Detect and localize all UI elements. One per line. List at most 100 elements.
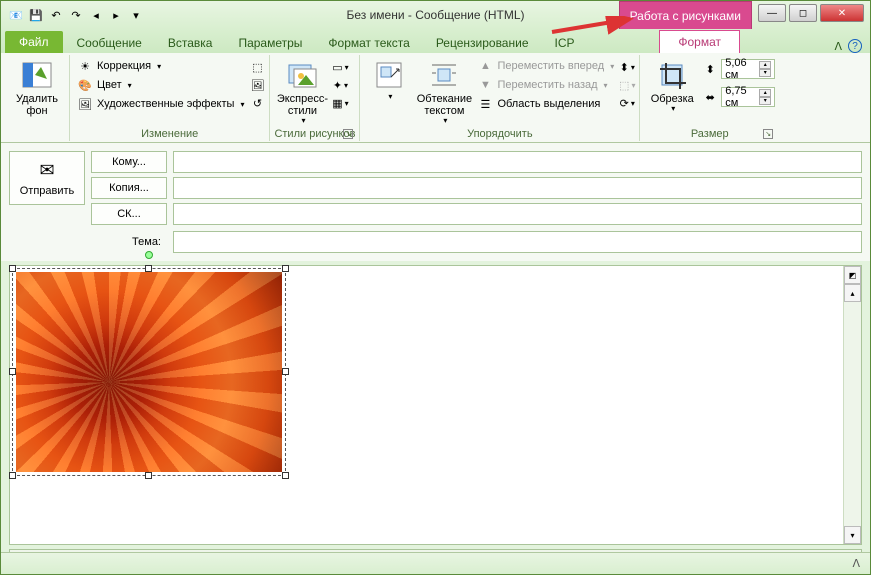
handle-bl[interactable] [9,472,16,479]
scroll-down-icon[interactable]: ▾ [844,526,861,544]
tab-review[interactable]: Рецензирование [424,32,541,53]
vertical-scrollbar[interactable]: ◩ ▴ ▾ [843,266,861,544]
width-input[interactable]: 6,75 см▴▾ [721,87,775,107]
position-button[interactable]: ▾ [364,57,414,104]
redo-icon[interactable]: ↷ [67,6,85,24]
tab-format[interactable]: Формат [659,30,740,53]
width-up[interactable]: ▴ [759,89,771,97]
message-body: ◩ ▴ ▾ [9,265,862,545]
picture-effects-icon[interactable]: ✦▾ [332,77,348,93]
bring-forward-button[interactable]: ▲Переместить вперед▾ [474,57,617,75]
tab-icp[interactable]: ICP [543,32,587,53]
group-icon[interactable]: ⬚▾ [619,77,635,93]
save-icon[interactable]: 💾 [27,6,45,24]
cc-button[interactable]: Копия... [91,177,167,199]
selection-border [12,268,286,476]
body-canvas[interactable] [10,266,843,544]
status-bar: ᐱ [1,552,870,574]
handle-tr[interactable] [282,265,289,272]
picture-layout-icon[interactable]: ▦▾ [332,95,348,111]
minimize-button[interactable]: — [758,4,786,22]
compress-icon[interactable]: ⬚ [249,59,265,75]
to-input[interactable] [173,151,862,173]
app-icon[interactable]: 📧 [7,6,25,24]
bring-forward-icon: ▲ [477,58,493,74]
handle-t[interactable] [145,265,152,272]
expand-icon[interactable]: ᐱ [852,557,860,570]
collapse-ribbon-icon[interactable]: ᐱ [834,40,842,53]
maximize-button[interactable]: ◻ [789,4,817,22]
scroll-up-icon[interactable]: ▴ [844,284,861,302]
selection-pane-button[interactable]: ☰Область выделения [474,95,617,113]
scroll-track[interactable] [844,302,861,526]
subject-label: Тема: [9,236,167,248]
tab-file[interactable]: Файл [5,31,63,53]
close-button[interactable]: ✕ [820,4,864,22]
ribbon-help: ᐱ ? [834,39,862,53]
qat-dropdown-icon[interactable]: ▾ [127,6,145,24]
tab-options[interactable]: Параметры [226,32,314,53]
scroll-misc-icon[interactable]: ◩ [844,266,861,284]
width-down[interactable]: ▾ [759,97,771,105]
styles-dialog-launcher[interactable]: ↘ [343,129,353,139]
crop-button[interactable]: Обрезка▾ [644,57,700,116]
color-icon: 🎨 [77,77,93,93]
bcc-button[interactable]: СК... [91,203,167,225]
handle-r[interactable] [282,368,289,375]
position-icon [373,59,405,91]
tab-text-format[interactable]: Формат текста [316,32,421,53]
width-icon: ⬌ [702,89,718,105]
ribbon-tabs: Файл Сообщение Вставка Параметры Формат … [1,29,870,53]
rotate-icon[interactable]: ⟳▾ [619,95,635,111]
rotate-handle[interactable] [145,251,153,259]
reset-picture-icon[interactable]: ↺ [249,95,265,111]
quick-access-toolbar: 📧 💾 ↶ ↷ ◂ ▸ ▾ [1,6,145,24]
brightness-icon: ☀ [77,58,93,74]
handle-br[interactable] [282,472,289,479]
group-styles-label: Стили рисунков↘ [274,128,355,141]
tab-insert[interactable]: Вставка [156,32,225,53]
group-size-label: Размер↘ [644,128,775,141]
effects-icon: 🖼 [77,96,93,112]
picture-border-icon[interactable]: ▭▾ [332,59,348,75]
remove-bg-icon [21,59,53,91]
bcc-input[interactable] [173,203,862,225]
size-dialog-launcher[interactable]: ↘ [763,129,773,139]
contextual-tab-title: Работа с рисунками [619,1,752,29]
tab-message[interactable]: Сообщение [65,32,154,53]
send-backward-button[interactable]: ▼Переместить назад▾ [474,76,617,94]
prev-icon[interactable]: ◂ [87,6,105,24]
height-up[interactable]: ▴ [759,61,771,69]
cc-input[interactable] [173,177,862,199]
envelope-icon: ✉ [39,160,54,181]
subject-input[interactable] [173,231,862,253]
handle-tl[interactable] [9,265,16,272]
group-arrange-label: Упорядочить [364,128,635,141]
wrap-text-button[interactable]: Обтекание текстом▾ [416,57,472,128]
height-input[interactable]: 5,06 см▴▾ [721,59,775,79]
ribbon: Удалить фон ☀Коррекция▾ 🎨Цвет▾ 🖼Художест… [1,53,870,143]
styles-icon [286,59,318,91]
group-adjust-label: Изменение [74,128,265,141]
selected-image[interactable] [16,272,282,472]
color-button[interactable]: 🎨Цвет▾ [74,76,247,94]
handle-l[interactable] [9,368,16,375]
remove-background-button[interactable]: Удалить фон [9,57,65,119]
next-icon[interactable]: ▸ [107,6,125,24]
corrections-button[interactable]: ☀Коррекция▾ [74,57,247,75]
selection-icon: ☰ [477,96,493,112]
wrap-icon [428,59,460,91]
align-icon[interactable]: ⬍▾ [619,59,635,75]
send-button[interactable]: ✉ Отправить [9,151,85,205]
compose-area: ✉ Отправить Кому... Копия... СК... Тема: [1,143,870,261]
help-icon[interactable]: ? [848,39,862,53]
change-picture-icon[interactable]: 🖼 [249,77,265,93]
height-icon: ⬍ [702,61,718,77]
artistic-effects-button[interactable]: 🖼Художественные эффекты▾ [74,95,247,113]
undo-icon[interactable]: ↶ [47,6,65,24]
window-title: Без имени - Сообщение (HTML) [346,8,524,22]
handle-b[interactable] [145,472,152,479]
to-button[interactable]: Кому... [91,151,167,173]
picture-styles-button[interactable]: Экспресс-стили▾ [274,57,330,128]
height-down[interactable]: ▾ [759,69,771,77]
